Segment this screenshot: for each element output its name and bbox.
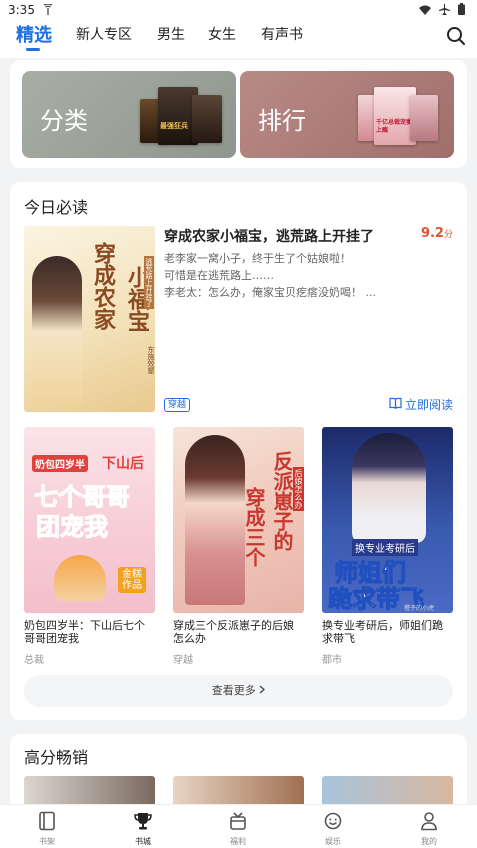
book-category: 都市 bbox=[322, 655, 342, 666]
bookshelf-icon bbox=[38, 811, 56, 835]
book-cover: 穿成三个 反派崽子的 后娘怎么办 bbox=[173, 427, 304, 613]
nav-profile[interactable]: 我的 bbox=[399, 811, 459, 847]
description-line: 老李家一窝小子，终于生了个姑娘啦！ bbox=[164, 252, 351, 265]
description-line: 可惜是在逃荒路上…… bbox=[164, 269, 274, 282]
cover-author: 东施效颦 bbox=[147, 346, 155, 374]
nav-bookshelf[interactable]: 书架 bbox=[17, 811, 77, 847]
nav-label: 娱乐 bbox=[325, 837, 341, 846]
bottom-navigation: 书架 书城 福利 娱乐 我的 bbox=[0, 804, 477, 848]
genre-tag: 穿越 bbox=[164, 398, 191, 412]
book-item[interactable]: 穿成三个 反派崽子的 后娘怎么办 穿成三个反派崽子的后娘怎么办 穿越 bbox=[173, 427, 304, 666]
nav-label: 我的 bbox=[421, 837, 437, 846]
signal-icon bbox=[42, 3, 54, 18]
description-line: 李老太：怎么办，俺家宝贝疙瘩没奶喝！ ... bbox=[164, 286, 376, 299]
cover-author: 橙子的小虎 bbox=[404, 605, 435, 612]
book-cover: 换专业考研后 师姐们 跪求带飞 橙子的小虎 bbox=[322, 427, 453, 613]
cover-subtitle: 逃荒路上开挂了 bbox=[144, 256, 154, 309]
score-value: 9.2 bbox=[420, 226, 444, 241]
book-title: 奶包四岁半：下山后七个哥哥团宠我 bbox=[24, 619, 145, 645]
read-now-button[interactable]: 立即阅读 bbox=[389, 396, 453, 413]
active-tab-indicator bbox=[26, 48, 40, 51]
ranking-banner-label: 排行 bbox=[258, 107, 306, 135]
banner-book-cover bbox=[410, 95, 438, 141]
status-bar: 3:35 bbox=[0, 0, 477, 20]
tab-female[interactable]: 女生 bbox=[208, 24, 236, 44]
cover-title-sub: 团宠我 bbox=[36, 513, 109, 542]
read-now-label: 立即阅读 bbox=[404, 398, 453, 412]
tab-male[interactable]: 男生 bbox=[157, 24, 185, 44]
cover-title-sub: 反派崽子的 bbox=[270, 451, 294, 551]
banner-book-cover bbox=[192, 95, 222, 143]
score-unit: 分 bbox=[443, 230, 453, 240]
book-category: 总裁 bbox=[24, 655, 44, 666]
featured-book-score: 9.2分 bbox=[421, 226, 453, 241]
cover-tagline: 奶包四岁半 bbox=[32, 455, 88, 472]
category-banner-label: 分类 bbox=[40, 107, 88, 135]
book-item[interactable]: 换专业考研后 师姐们 跪求带飞 橙子的小虎 换专业考研后，师姐们跪求带飞 都市 bbox=[322, 427, 453, 666]
status-time: 3:35 bbox=[8, 3, 35, 17]
tab-featured[interactable]: 精选 bbox=[16, 21, 52, 47]
banner-book-title: 最强狂兵 bbox=[160, 122, 188, 130]
nav-welfare[interactable]: 福利 bbox=[208, 811, 268, 847]
book-title: 穿成三个反派崽子的后娘怎么办 bbox=[173, 619, 294, 645]
cover-title-main: 穿成三个 bbox=[242, 487, 266, 567]
book-category: 穿越 bbox=[173, 655, 193, 666]
nav-bookstore[interactable]: 书城 bbox=[113, 811, 173, 847]
cover-figure bbox=[54, 555, 106, 601]
cover-tagline: 下山后 bbox=[102, 456, 144, 472]
view-more-button[interactable]: 查看更多 bbox=[24, 675, 453, 707]
user-icon bbox=[420, 812, 438, 835]
smile-icon bbox=[324, 812, 342, 835]
nav-entertainment[interactable]: 娱乐 bbox=[303, 811, 363, 847]
top-tabs: 精选 新人专区 男生 女生 有声书 bbox=[0, 20, 477, 58]
today-section: 今日必读 穿成农家 小福宝 逃荒路上开挂了 东施效颦 穿成农家小福宝，逃荒路上开… bbox=[10, 182, 467, 720]
book-open-icon bbox=[389, 397, 402, 412]
section-title: 今日必读 bbox=[24, 198, 89, 217]
cover-figure bbox=[352, 433, 426, 543]
category-banner[interactable]: 分类 最强狂兵 bbox=[22, 71, 236, 158]
tab-newcomer[interactable]: 新人专区 bbox=[76, 24, 132, 44]
cover-figure bbox=[185, 435, 245, 605]
banner-section: 分类 最强狂兵 排行 千亿总裁宠妻上瘾 bbox=[10, 60, 467, 168]
nav-label: 书城 bbox=[135, 837, 151, 846]
cover-title-main: 穿成农家 bbox=[90, 242, 115, 330]
cover-figure bbox=[32, 256, 82, 406]
search-icon[interactable] bbox=[445, 25, 467, 47]
featured-book-cover[interactable]: 穿成农家 小福宝 逃荒路上开挂了 东施效颦 bbox=[24, 226, 155, 412]
banner-book-title: 千亿总裁宠妻上瘾 bbox=[376, 119, 413, 134]
featured-book-title[interactable]: 穿成农家小福宝，逃荒路上开挂了 bbox=[164, 226, 374, 246]
ranking-banner[interactable]: 排行 千亿总裁宠妻上瘾 bbox=[240, 71, 454, 158]
book-title: 换专业考研后，师姐们跪求带飞 bbox=[322, 619, 443, 645]
trophy-icon bbox=[134, 813, 152, 835]
nav-label: 福利 bbox=[230, 837, 246, 846]
cover-subtitle: 后娘怎么办 bbox=[293, 467, 304, 511]
battery-icon bbox=[458, 3, 465, 18]
nav-label: 书架 bbox=[39, 837, 55, 846]
chevron-right-icon bbox=[259, 684, 266, 697]
gift-icon bbox=[229, 812, 247, 835]
view-more-label: 查看更多 bbox=[211, 684, 256, 697]
airplane-icon bbox=[439, 3, 450, 18]
cover-author: 金糕作品 bbox=[118, 567, 146, 593]
section-title: 高分畅销 bbox=[24, 748, 89, 767]
featured-book-description: 老李家一窝小子，终于生了个姑娘啦！ 可惜是在逃荒路上…… 李老太：怎么办，俺家宝… bbox=[164, 250, 454, 301]
book-item[interactable]: 奶包四岁半 下山后 七个哥哥 团宠我 金糕作品 奶包四岁半：下山后七个哥哥团宠我… bbox=[24, 427, 155, 666]
book-cover: 奶包四岁半 下山后 七个哥哥 团宠我 金糕作品 bbox=[24, 427, 155, 613]
wifi-icon bbox=[419, 4, 431, 18]
tab-audiobook[interactable]: 有声书 bbox=[261, 24, 303, 44]
